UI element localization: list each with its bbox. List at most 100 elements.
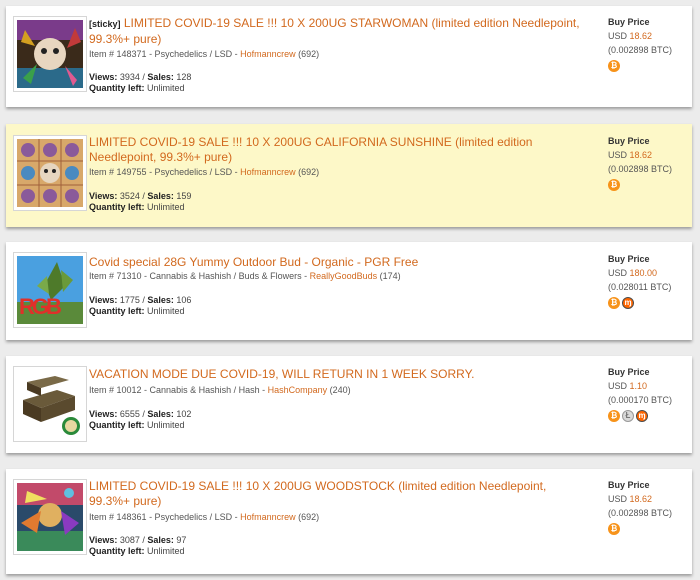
item-number-label: Item # [89, 385, 117, 395]
price-usd: 180.00 [629, 268, 658, 278]
listing-card[interactable]: RGB Covid special 28G Yummy Outdoor Bud … [6, 242, 692, 340]
item-category: - Psychedelics / LSD - [146, 167, 241, 177]
quantity-label: Quantity left: [89, 83, 145, 93]
product-thumbnail[interactable] [13, 366, 87, 442]
price-btc: (0.002898 BTC) [608, 45, 673, 55]
listing-title[interactable]: LIMITED COVID-19 SALE !!! 10 X 200UG CAL… [89, 135, 589, 165]
sales-label: Sales: [147, 535, 174, 545]
listing-title-text[interactable]: VACATION MODE DUE COVID-19, WILL RETURN … [89, 367, 474, 381]
price-btc: (0.028011 BTC) [608, 282, 672, 292]
listing-stats: Views: 3934 / Sales: 128 Quantity left: … [89, 72, 191, 94]
sales-label: Sales: [147, 191, 174, 201]
listing-card[interactable]: VACATION MODE DUE COVID-19, WILL RETURN … [6, 356, 692, 453]
cannabis-bud-photo: RGB [17, 256, 83, 324]
vendor-link[interactable]: HashCompany [268, 385, 328, 395]
price-block: Buy Price USD 18.62 (0.002898 BTC) ₿ [608, 478, 672, 535]
bitcoin-icon: ₿ [608, 60, 620, 72]
listing-title-text[interactable]: LIMITED COVID-19 SALE !!! 10 X 200UG STA… [89, 16, 580, 46]
item-meta: Item # 149755 - Psychedelics / LSD - Hof… [89, 166, 589, 178]
quantity-label: Quantity left: [89, 202, 145, 212]
buy-price-label: Buy Price [608, 480, 650, 490]
listing-card[interactable]: LIMITED COVID-19 SALE !!! 10 X 200UG CAL… [6, 124, 692, 227]
thumbnail-watermark: RGB [19, 294, 61, 319]
item-meta: Item # 148361 - Psychedelics / LSD - Hof… [89, 511, 589, 523]
item-category: - Cannabis & Hashish / Buds & Flowers - [141, 271, 310, 281]
product-thumbnail[interactable] [13, 479, 87, 555]
quantity-label: Quantity left: [89, 420, 145, 430]
vendor-link[interactable]: Hofmanncrew [240, 167, 296, 177]
woodstock-artwork [17, 483, 83, 551]
item-number: 148361 [116, 512, 147, 522]
price-usd: 18.62 [629, 150, 653, 160]
product-thumbnail[interactable] [13, 135, 87, 211]
bitcoin-icon: ₿ [608, 523, 620, 535]
bitcoin-icon: ₿ [608, 410, 620, 422]
vendor-rating: (692) [295, 167, 320, 177]
sticky-label: [sticky] [89, 19, 121, 29]
price-usd: 18.62 [629, 494, 653, 504]
item-meta: Item # 148371 - Psychedelics / LSD - Hof… [89, 48, 589, 60]
item-number: 148371 [116, 49, 147, 59]
listing-stats: Views: 1775 / Sales: 106 Quantity left: … [89, 295, 191, 317]
buy-price-label: Buy Price [608, 254, 650, 264]
views-label: Views: [89, 191, 118, 201]
item-category: - Psychedelics / LSD - [146, 512, 241, 522]
bitcoin-icon: ₿ [608, 297, 620, 309]
quantity-value: Unlimited [144, 202, 185, 212]
views-label: Views: [89, 409, 118, 419]
views-label: Views: [89, 535, 118, 545]
listing-stats: Views: 3087 / Sales: 97 Quantity left: U… [89, 535, 186, 557]
price-currency: USD [608, 150, 630, 160]
item-number-label: Item # [89, 271, 117, 281]
views-count: 3087 / [117, 535, 148, 545]
buy-price-label: Buy Price [608, 367, 650, 377]
item-number-label: Item # [89, 512, 117, 522]
sales-count: 159 [173, 191, 192, 201]
monero-icon: ɱ [622, 297, 634, 309]
item-category: - Psychedelics / LSD - [146, 49, 241, 59]
listing-title-text[interactable]: Covid special 28G Yummy Outdoor Bud - Or… [89, 255, 418, 269]
quantity-label: Quantity left: [89, 306, 145, 316]
listing-title[interactable]: LIMITED COVID-19 SALE !!! 10 X 200UG WOO… [89, 479, 589, 509]
vendor-link[interactable]: Hofmanncrew [240, 49, 296, 59]
monero-icon: ɱ [636, 410, 648, 422]
litecoin-icon: Ł [622, 410, 634, 422]
listing-card[interactable]: [sticky] LIMITED COVID-19 SALE !!! 10 X … [6, 6, 692, 107]
price-block: Buy Price USD 1.10 (0.000170 BTC) ₿ Ł ɱ [608, 365, 672, 422]
accepted-coins: ₿ [608, 179, 672, 191]
views-count: 3524 / [117, 191, 148, 201]
listing-title-text[interactable]: LIMITED COVID-19 SALE !!! 10 X 200UG WOO… [89, 479, 546, 508]
hash-blocks-photo [17, 370, 83, 438]
price-currency: USD [608, 31, 630, 41]
item-category: - Cannabis & Hashish / Hash - [141, 385, 268, 395]
sales-count: 106 [173, 295, 192, 305]
price-block: Buy Price USD 18.62 (0.002898 BTC) ₿ [608, 134, 672, 191]
price-block: Buy Price USD 180.00 (0.028011 BTC) ₿ ɱ [608, 252, 671, 309]
quantity-label: Quantity left: [89, 546, 145, 556]
sales-count: 97 [173, 535, 187, 545]
listing-title[interactable]: VACATION MODE DUE COVID-19, WILL RETURN … [89, 367, 589, 382]
price-btc: (0.002898 BTC) [608, 508, 673, 518]
item-meta: Item # 10012 - Cannabis & Hashish / Hash… [89, 384, 589, 396]
item-number-label: Item # [89, 49, 117, 59]
quantity-value: Unlimited [144, 546, 185, 556]
listing-title[interactable]: Covid special 28G Yummy Outdoor Bud - Or… [89, 255, 589, 270]
listing-title[interactable]: [sticky] LIMITED COVID-19 SALE !!! 10 X … [89, 16, 589, 47]
vendor-link[interactable]: Hofmanncrew [240, 512, 296, 522]
bitcoin-icon: ₿ [608, 179, 620, 191]
quantity-value: Unlimited [144, 420, 185, 430]
product-thumbnail[interactable] [13, 16, 87, 92]
sales-label: Sales: [147, 409, 174, 419]
price-currency: USD [608, 268, 630, 278]
views-label: Views: [89, 72, 118, 82]
quantity-value: Unlimited [144, 306, 185, 316]
vendor-link[interactable]: ReallyGoodBuds [310, 271, 378, 281]
vendor-rating: (240) [327, 385, 351, 395]
price-usd: 1.10 [629, 381, 648, 391]
listing-stats: Views: 3524 / Sales: 159 Quantity left: … [89, 191, 191, 213]
accepted-coins: ₿ Ł ɱ [608, 410, 672, 422]
listing-title-text[interactable]: LIMITED COVID-19 SALE !!! 10 X 200UG CAL… [89, 135, 532, 164]
price-currency: USD [608, 494, 630, 504]
listing-card[interactable]: LIMITED COVID-19 SALE !!! 10 X 200UG WOO… [6, 469, 692, 574]
product-thumbnail[interactable]: RGB [13, 252, 87, 328]
